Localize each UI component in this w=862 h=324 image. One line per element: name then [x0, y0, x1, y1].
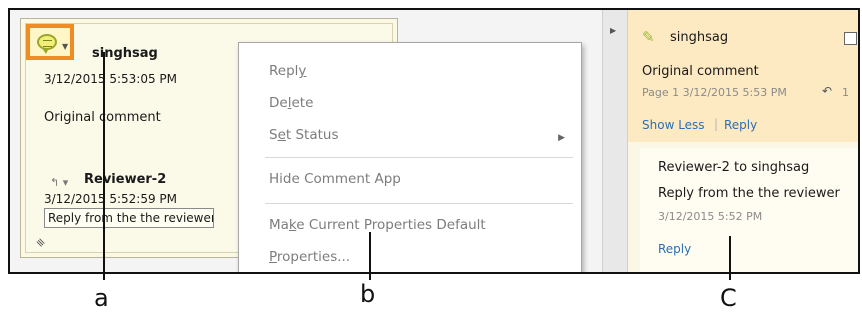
- note-author: singhsag: [92, 46, 158, 61]
- reply-link-2[interactable]: Reply: [658, 242, 691, 256]
- menu-item-set-status[interactable]: Set Status: [269, 127, 339, 143]
- comments-pane: ✎ singhsag Original comment Page 1 3/12/…: [628, 10, 858, 272]
- note-date: 3/12/2015 5:53:05 PM: [44, 72, 178, 86]
- callout-line-b: [369, 232, 371, 280]
- reply-meta: 3/12/2015 5:52 PM: [658, 210, 763, 223]
- comment-card[interactable]: ✎ singhsag Original comment Page 1 3/12/…: [628, 10, 858, 142]
- comment-checkbox[interactable]: [844, 32, 857, 45]
- reply-link[interactable]: Reply: [724, 118, 757, 132]
- callout-label-c: C: [720, 284, 737, 312]
- comment-text: Original comment: [642, 64, 759, 79]
- context-menu: Reply Delete Set Status ▶ Hide Comment A…: [238, 42, 582, 272]
- reply-icon: ↶: [822, 84, 833, 98]
- comment-icon-highlight[interactable]: ▼: [26, 24, 74, 60]
- callout-label-a: a: [94, 284, 109, 312]
- callout-label-b: b: [360, 280, 376, 308]
- menu-item-hide-comment-app[interactable]: Hide Comment App: [269, 171, 401, 187]
- menu-separator: [265, 203, 573, 204]
- pencil-icon: ✎: [642, 28, 655, 46]
- pane-splitter[interactable]: ▶: [602, 10, 628, 272]
- submenu-arrow-icon: ▶: [558, 133, 565, 143]
- expand-arrow-icon[interactable]: ▶: [610, 26, 616, 35]
- resize-grip-icon[interactable]: ≡: [33, 235, 49, 251]
- screenshot-frame: ▼ singhsag 3/12/2015 5:53:05 PM Original…: [8, 8, 860, 274]
- menu-separator: [265, 157, 573, 158]
- reply-text-field[interactable]: Reply from the the reviewer: [44, 208, 214, 228]
- menu-item-properties[interactable]: Properties...: [269, 249, 350, 265]
- reply-count: 1: [842, 86, 849, 99]
- menu-item-delete[interactable]: Delete: [269, 95, 313, 111]
- reply-text: Reply from the the reviewer: [658, 186, 840, 201]
- comment-bubble-icon[interactable]: [37, 34, 57, 54]
- chevron-down-icon[interactable]: ▼: [62, 42, 68, 51]
- reply-header: Reviewer-2 to singhsag: [658, 160, 810, 175]
- comment-meta: Page 1 3/12/2015 5:53 PM: [642, 86, 787, 99]
- menu-item-reply[interactable]: Reply: [269, 63, 306, 79]
- reply-author: Reviewer-2: [84, 172, 167, 187]
- callout-line-a: [103, 52, 105, 280]
- menu-item-make-default[interactable]: Make Current Properties Default: [269, 217, 486, 233]
- reply-date: 3/12/2015 5:52:59 PM: [44, 192, 178, 206]
- show-less-link[interactable]: Show Less: [642, 118, 705, 132]
- reply-arrow-icon[interactable]: ↰ ▾: [50, 176, 68, 189]
- callout-line-c: [729, 236, 731, 280]
- reply-card[interactable]: Reviewer-2 to singhsag Reply from the th…: [640, 148, 858, 272]
- link-divider: |: [714, 117, 719, 131]
- comment-author: singhsag: [670, 30, 729, 45]
